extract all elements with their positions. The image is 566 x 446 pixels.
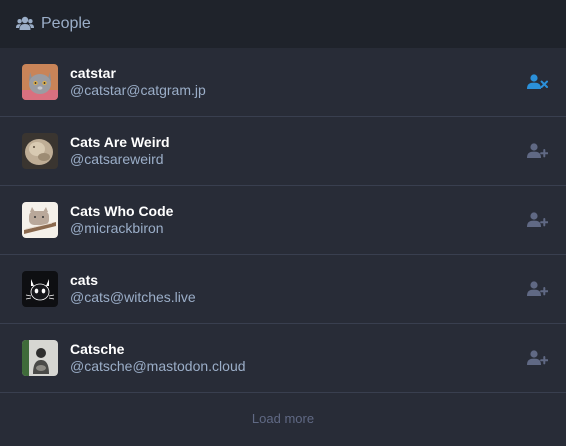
account-handle: @catsareweird [70, 151, 164, 167]
avatar[interactable] [22, 340, 58, 376]
user-plus-icon [526, 281, 548, 296]
users-icon [16, 16, 34, 32]
avatar[interactable] [22, 271, 58, 307]
follow-button[interactable] [526, 142, 548, 160]
load-more-button[interactable]: Load more [0, 393, 566, 443]
display-name[interactable]: Cats Are Weird [70, 134, 170, 151]
user-plus-icon [526, 350, 548, 365]
account-handle: @catstar@catgram.jp [70, 82, 206, 98]
account-row[interactable]: Cats Who Code @micrackbiron [0, 186, 566, 255]
account-row[interactable]: Catsche @catsche@mastodon.cloud [0, 324, 566, 393]
account-row[interactable]: catstar @catstar@catgram.jp [0, 48, 566, 117]
account-handle: @catsche@mastodon.cloud [70, 358, 246, 374]
user-times-icon [526, 74, 548, 89]
follow-button[interactable] [526, 280, 548, 298]
avatar[interactable] [22, 133, 58, 169]
display-name[interactable]: catstar [70, 65, 206, 82]
display-name[interactable]: Catsche [70, 341, 246, 358]
unfollow-button[interactable] [526, 73, 548, 91]
follow-button[interactable] [526, 211, 548, 229]
avatar[interactable] [22, 64, 58, 100]
account-handle: @cats@witches.live [70, 289, 196, 305]
account-row[interactable]: Cats Are Weird @catsareweird [0, 117, 566, 186]
account-handle: @micrackbiron [70, 220, 164, 236]
display-name[interactable]: Cats Who Code [70, 203, 173, 220]
user-plus-icon [526, 143, 548, 158]
display-name[interactable]: cats [70, 272, 196, 289]
follow-button[interactable] [526, 349, 548, 367]
user-plus-icon [526, 212, 548, 227]
people-column: People catstar @catstar@catgram.jp Cats … [0, 0, 566, 446]
column-header: People [0, 0, 566, 48]
account-row[interactable]: cats @cats@witches.live [0, 255, 566, 324]
avatar[interactable] [22, 202, 58, 238]
column-title: People [41, 14, 91, 32]
